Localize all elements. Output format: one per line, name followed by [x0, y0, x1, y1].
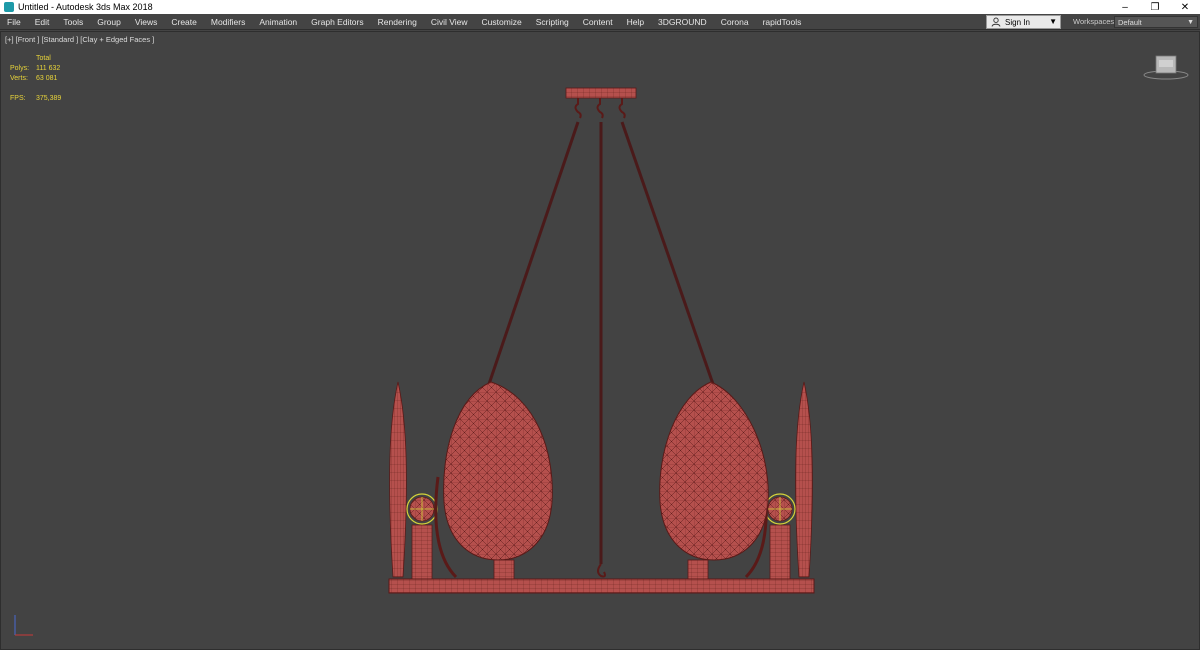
- chandelier-model[interactable]: [1, 32, 1199, 649]
- menu-animation[interactable]: Animation: [252, 14, 304, 30]
- menu-rapidtools[interactable]: rapidTools: [756, 14, 809, 30]
- window-controls: – ❐ ✕: [1110, 0, 1200, 14]
- verts-value: 63 081: [36, 75, 58, 82]
- menu-edit[interactable]: Edit: [28, 14, 57, 30]
- menu-create[interactable]: Create: [164, 14, 204, 30]
- menu-rendering[interactable]: Rendering: [371, 14, 424, 30]
- front-viewport[interactable]: [+] [Front ] [Standard ] [Clay + Edged F…: [0, 31, 1200, 650]
- chevron-down-icon: ▼: [1187, 19, 1194, 26]
- viewport-label[interactable]: [+] [Front ] [Standard ] [Clay + Edged F…: [5, 35, 154, 44]
- menu-tools[interactable]: Tools: [56, 14, 90, 30]
- menu-group[interactable]: Group: [90, 14, 128, 30]
- chevron-down-icon: ▼: [1049, 17, 1057, 26]
- workspaces-value: Default: [1118, 18, 1142, 27]
- menu-content[interactable]: Content: [576, 14, 620, 30]
- restore-button[interactable]: ❐: [1140, 0, 1170, 14]
- stats-header: Total: [36, 55, 51, 62]
- viewport-statistics: Total Polys: 111 632 Verts: 63 081 FPS: 375…: [10, 54, 61, 104]
- menu-modifiers[interactable]: Modifiers: [204, 14, 252, 30]
- menu-scripting[interactable]: Scripting: [529, 14, 576, 30]
- axis-gizmo-icon: [14, 615, 33, 636]
- fps-value: 375,389: [36, 95, 62, 102]
- menu-help[interactable]: Help: [620, 14, 651, 30]
- window-title: Untitled - Autodesk 3ds Max 2018: [18, 2, 153, 12]
- menu-views[interactable]: Views: [128, 14, 165, 30]
- menu-graph-editors[interactable]: Graph Editors: [304, 14, 370, 30]
- sign-in-label: Sign In: [1005, 17, 1030, 27]
- title-bar: Untitled - Autodesk 3ds Max 2018 – ❐ ✕: [0, 0, 1200, 14]
- app-icon: [4, 2, 14, 12]
- polys-label: Polys:: [10, 65, 30, 72]
- menu-file[interactable]: File: [0, 14, 28, 30]
- menu-customize[interactable]: Customize: [475, 14, 529, 30]
- menu-corona[interactable]: Corona: [714, 14, 756, 30]
- minimize-button[interactable]: –: [1110, 0, 1140, 14]
- menu-bar: File Edit Tools Group Views Create Modif…: [0, 14, 1200, 30]
- menu-civil-view[interactable]: Civil View: [424, 14, 475, 30]
- polys-value: 111 632: [36, 65, 61, 72]
- verts-label: Verts:: [10, 75, 28, 82]
- workspaces-label: Workspaces:: [1073, 17, 1117, 26]
- workspaces-select[interactable]: Default ▼: [1114, 16, 1198, 28]
- close-button[interactable]: ✕: [1170, 0, 1200, 14]
- user-icon: [991, 17, 1001, 27]
- sign-in-button[interactable]: Sign In ▼: [986, 15, 1061, 29]
- fps-label: FPS:: [10, 95, 26, 102]
- viewcube-icon[interactable]: [1143, 54, 1189, 80]
- menu-3dground[interactable]: 3DGROUND: [651, 14, 714, 30]
